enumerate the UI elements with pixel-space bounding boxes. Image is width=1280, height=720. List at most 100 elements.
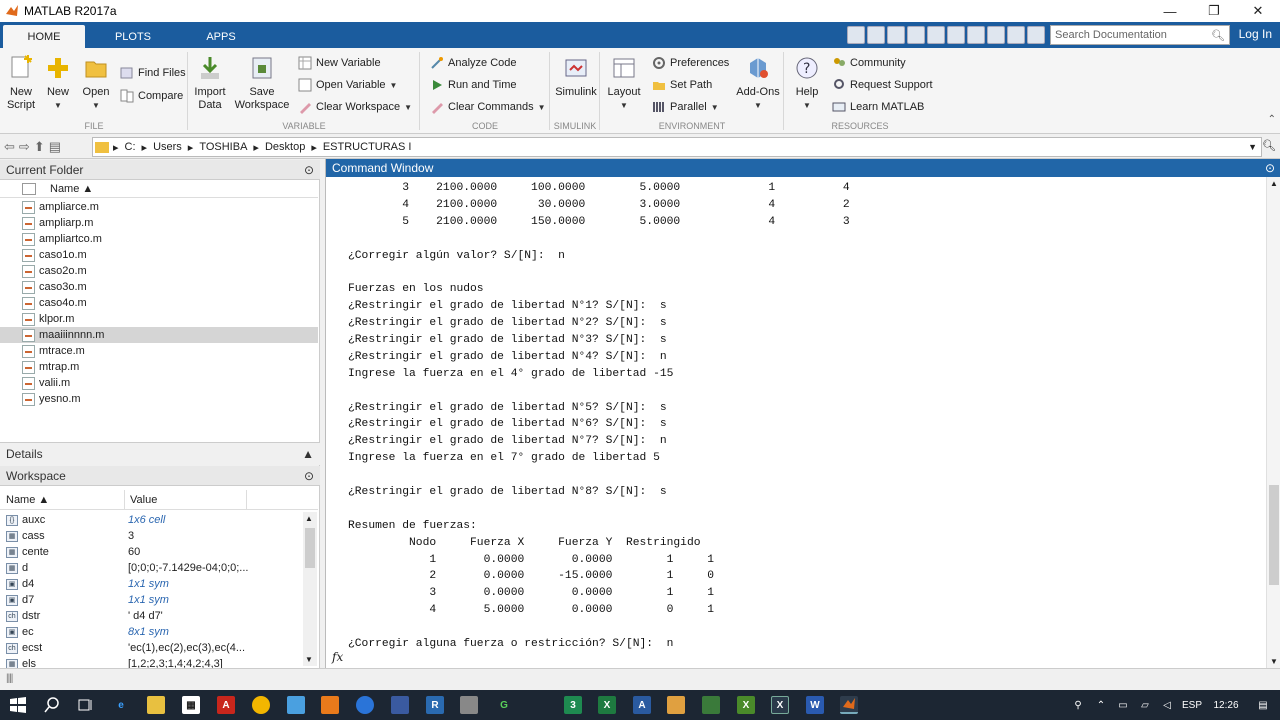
path-dropdown-icon[interactable]: ▼ [1248,142,1257,152]
open-button[interactable]: Open ▼ [80,54,112,112]
path-segment[interactable]: Users [153,141,182,153]
new-script-button[interactable]: New Script [4,54,38,112]
app-pattern-icon[interactable] [321,696,339,714]
workspace-variable-row[interactable]: ch dstr ' d4 d7' [0,608,302,624]
details-header[interactable]: Details ▲ [0,443,320,465]
app-folder-icon[interactable] [667,696,685,714]
scroll-down-icon[interactable]: ▼ [1270,657,1278,666]
task-view-icon[interactable] [77,696,95,714]
scroll-down-icon[interactable]: ▼ [305,655,313,664]
path-segment[interactable]: Desktop [265,141,305,153]
file-item[interactable]: maaiiinnnn.m [0,327,318,343]
search-documentation-input[interactable]: Search Documentation 🔍︎ [1050,25,1230,45]
rstudio-icon[interactable]: R [426,696,444,714]
clear-commands-button[interactable]: Clear Commands ▼ [430,100,546,114]
file-item[interactable]: valii.m [0,375,318,391]
quick-access-icon[interactable] [947,26,965,44]
clear-workspace-button[interactable]: Clear Workspace ▼ [298,100,412,114]
app-x-icon[interactable]: X [737,696,755,714]
app-tools-icon[interactable] [702,696,720,714]
acrobat-icon[interactable]: A [217,696,235,714]
file-item[interactable]: caso3o.m [0,279,318,295]
help-button[interactable]: ? Help ▼ [792,54,822,112]
file-item[interactable]: mtrace.m [0,343,318,359]
command-window-scrollbar[interactable]: ▲ ▼ [1266,177,1280,668]
matlab-taskbar-icon[interactable] [840,696,858,714]
find-files-button[interactable]: Find Files [120,66,186,80]
layout-button[interactable]: Layout ▼ [604,54,644,112]
request-support-button[interactable]: Request Support [832,78,933,92]
preferences-button[interactable]: Preferences [652,56,729,70]
word-icon[interactable]: W [806,696,824,714]
quick-access-icon[interactable] [887,26,905,44]
help-quick-icon[interactable] [1027,26,1045,44]
workspace-variable-row[interactable]: ▦ cente 60 [0,544,302,560]
workspace-variable-row[interactable]: ▣ d7 1x1 sym [0,592,302,608]
back-arrow-icon[interactable]: ⇦ [4,139,15,155]
panel-menu-icon[interactable]: ⊙ [304,163,314,177]
function-browser-icon[interactable]: fx [326,650,346,668]
path-segment[interactable]: TOSHIBA [199,141,247,153]
scroll-up-icon[interactable]: ▲ [305,514,313,523]
expand-details-icon[interactable]: ▲ [302,447,314,461]
quick-access-icon[interactable] [867,26,885,44]
path-segment[interactable]: ESTRUCTURAS I [323,141,412,153]
app-x2-icon[interactable]: X [771,696,789,714]
path-segment[interactable]: C: [125,141,136,153]
app-green-icon[interactable]: G [495,696,513,714]
ws-value-column-header[interactable]: Value [130,494,157,506]
panel-menu-icon[interactable]: ⊙ [1265,161,1275,175]
app-a-icon[interactable]: A [633,696,651,714]
browse-folder-icon[interactable]: ▤ [49,139,61,155]
command-window[interactable]: Command Window ⊙ 3 2100.0000 100.0000 5.… [325,159,1280,668]
network-icon[interactable]: ▱ [1134,700,1156,711]
scroll-thumb[interactable] [305,528,315,568]
forward-arrow-icon[interactable]: ⇨ [19,139,30,155]
app-3-icon[interactable]: 3 [564,696,582,714]
tab-plots[interactable]: PLOTS [95,25,171,48]
scroll-up-icon[interactable]: ▲ [1270,179,1278,188]
workspace-scrollbar[interactable]: ▲ ▼ [303,512,317,666]
quick-access-icon[interactable] [987,26,1005,44]
edge-browser-icon[interactable]: e [112,696,130,714]
workspace-variable-row[interactable]: ▦ d [0;0;0;-7.1429e-04;0;0;... [0,560,302,576]
file-item[interactable]: caso4o.m [0,295,318,311]
tab-apps[interactable]: APPS [185,25,257,48]
restore-button[interactable]: ❐ [1192,0,1236,22]
name-column-header[interactable]: Name ▲ [50,183,93,195]
file-item[interactable]: caso2o.m [0,263,318,279]
select-all-checkbox[interactable] [22,182,36,195]
workspace-variable-row[interactable]: ▣ ec 8x1 sym [0,624,302,640]
file-item[interactable]: ampliartco.m [0,231,318,247]
app-gray-icon[interactable] [460,696,478,714]
file-item[interactable]: klpor.m [0,311,318,327]
language-indicator[interactable]: ESP [1178,700,1206,711]
save-workspace-button[interactable]: Save Workspace [234,54,290,112]
file-item[interactable]: caso1o.m [0,247,318,263]
search-icon[interactable]: 🔍︎ [1211,29,1225,42]
excel-icon[interactable]: X [598,696,616,714]
store-icon[interactable]: ▦ [182,696,200,714]
search-folder-icon[interactable]: 🔍︎ [1262,139,1276,152]
file-explorer-icon[interactable] [147,696,165,714]
search-icon[interactable] [43,696,61,714]
quick-access-icon[interactable] [927,26,945,44]
run-and-time-button[interactable]: Run and Time [430,78,516,92]
learn-matlab-button[interactable]: Learn MATLAB [832,100,924,114]
people-icon[interactable]: ⚲ [1066,700,1090,711]
quick-access-icon[interactable] [967,26,985,44]
clock[interactable]: 12:26 [1206,700,1246,711]
file-item[interactable]: mtrap.m [0,359,318,375]
workspace-variable-row[interactable]: ▣ d4 1x1 sym [0,576,302,592]
minimize-button[interactable]: — [1148,0,1192,22]
panel-menu-icon[interactable]: ⊙ [304,469,314,483]
quick-access-icon[interactable] [907,26,925,44]
file-item[interactable]: ampliarce.m [0,199,318,215]
current-folder-path[interactable]: ▸ C: ▸ Users ▸ TOSHIBA ▸ Desktop ▸ ESTRU… [92,137,1262,157]
login-link[interactable]: Log In [1239,27,1272,41]
volume-icon[interactable]: ◁ [1156,700,1178,711]
chrome-icon[interactable] [252,696,270,714]
app-vpn-icon[interactable] [391,696,409,714]
ws-name-column-header[interactable]: Name ▲ [6,494,49,506]
app-shield-icon[interactable] [287,696,305,714]
